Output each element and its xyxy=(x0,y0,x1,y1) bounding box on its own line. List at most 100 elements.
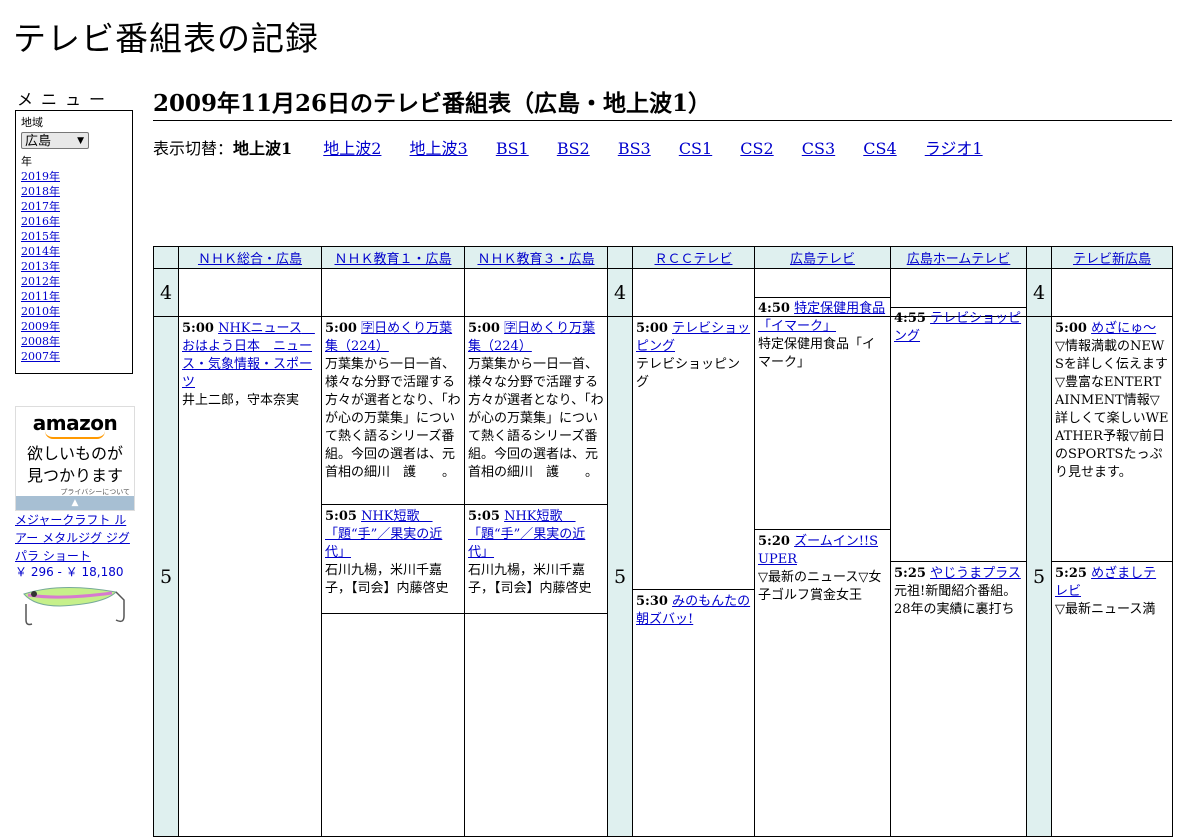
hour-label: 4 xyxy=(153,268,179,317)
channel-link-home[interactable]: 広島ホームテレビ xyxy=(907,252,1011,267)
hour-label: 5 xyxy=(1026,316,1052,837)
channel-link-nhk-edu1[interactable]: ＮＨＫ教育１・広島 xyxy=(334,252,451,267)
program-column-htv: 4:50 特定保健用食品「イマーク」 特定保健用食品「イマーク」 5:20 ズー… xyxy=(754,301,891,837)
program-desc: 元祖!新聞紹介番組。28年の実績に裏打ち xyxy=(894,584,1017,617)
program-desc: 特定保健用食品「イマーク」 xyxy=(758,337,876,370)
program-time: 5:20 xyxy=(758,534,790,549)
channel-link-nhk-edu3[interactable]: ＮＨＫ教育３・広島 xyxy=(477,252,594,267)
channel-link-tss[interactable]: テレビ新広島 xyxy=(1073,252,1151,267)
program-time: 5:00 xyxy=(325,321,357,336)
year-link-2017[interactable]: 2017年 xyxy=(21,200,60,213)
switcher-link-cs3[interactable]: CS3 xyxy=(802,139,835,158)
program-cell: 5:00 NHKニュース おはよう日本 ニュース・気象情報・スポーツ 井上二郎，… xyxy=(178,316,322,837)
chevron-up-icon: ▲ xyxy=(71,498,79,508)
program-desc: 石川九楊，米川千嘉子，【司会】内藤啓史 xyxy=(325,563,449,596)
year-link-2018[interactable]: 2018年 xyxy=(21,185,60,198)
program-cell: 5:00 🈑日めくり万葉集（224） 万葉集から一日一首、様々な分野で活躍する方… xyxy=(465,317,607,505)
program-cell: 5:05 NHK短歌 「題“手”／果実の近代」 石川九楊，米川千嘉子，【司会】内… xyxy=(322,505,464,614)
year-link-2008[interactable]: 2008年 xyxy=(21,335,60,348)
switcher-link-radio1[interactable]: ラジオ1 xyxy=(925,139,983,158)
hour-label: 4 xyxy=(607,268,633,317)
switcher-current: 地上波1 xyxy=(233,139,293,158)
program-cell: 4:50 特定保健用食品「イマーク」 特定保健用食品「イマーク」 xyxy=(755,297,890,530)
fishing-lure-image[interactable] xyxy=(20,580,132,628)
program-time: 5:25 xyxy=(894,566,926,581)
program-cell: 5:00 めざにゅ～ ▽情報満載のNEWSを詳しく伝えます▽豊富なENTERTA… xyxy=(1052,317,1172,562)
program-desc: テレビショッピング xyxy=(636,357,741,390)
hour-label: 5 xyxy=(153,316,179,837)
program-cell: 5:30 みのもんたの朝ズバッ! xyxy=(633,590,754,632)
program-title-link[interactable]: やじうまプラス xyxy=(930,566,1021,581)
switcher-link-cs4[interactable]: CS4 xyxy=(863,139,896,158)
program-cell: 5:00 🈑日めくり万葉集（224） 万葉集から一日一首、様々な分野で活躍する方… xyxy=(322,317,464,505)
switcher-link-cs1[interactable]: CS1 xyxy=(679,139,712,158)
program-time: 4:55 xyxy=(894,311,926,326)
hour-header-left xyxy=(153,246,179,269)
hour-header-right xyxy=(1026,246,1052,269)
year-label: 年 xyxy=(21,155,32,168)
channel-header: 広島テレビ xyxy=(754,246,891,269)
chevron-down-icon: ▼ xyxy=(77,136,84,146)
year-link-2014[interactable]: 2014年 xyxy=(21,245,60,258)
ad-collapse-bar[interactable]: ▲ xyxy=(16,496,134,510)
menu-heading: メニュー xyxy=(17,90,114,109)
region-select-value: 広島 xyxy=(25,134,52,149)
year-list: 2019年 2018年 2017年 2016年 2015年 2014年 2013… xyxy=(21,169,127,364)
channel-header: ＮＨＫ教育３・広島 xyxy=(464,246,608,269)
empty-slot xyxy=(321,268,465,317)
channel-header: テレビ新広島 xyxy=(1051,246,1173,269)
hour-header-mid xyxy=(607,246,633,269)
empty-slot xyxy=(1051,268,1173,317)
program-time: 4:50 xyxy=(758,301,790,316)
program-desc: ▽最新のニュース▽女子ゴルフ賞金女王 xyxy=(758,570,882,603)
switcher-label: 表示切替： xyxy=(153,139,234,158)
year-link-2007[interactable]: 2007年 xyxy=(21,350,60,363)
amazon-ad-banner[interactable]: amazon 欲しいものが 見つかります プライバシーについて ▲ xyxy=(15,406,135,511)
channel-header: ＲＣＣテレビ xyxy=(632,246,755,269)
year-link-2016[interactable]: 2016年 xyxy=(21,215,60,228)
program-desc: ▽最新ニュース満 xyxy=(1055,602,1156,617)
switcher-link-bs2[interactable]: BS2 xyxy=(557,139,590,158)
switcher-link-terrestrial3[interactable]: 地上波3 xyxy=(410,139,468,158)
program-cell: 5:05 NHK短歌 「題“手”／果実の近代」 石川九楊，米川千嘉子，【司会】内… xyxy=(465,505,607,614)
year-link-2011[interactable]: 2011年 xyxy=(21,290,60,303)
channel-header: ＮＨＫ総合・広島 xyxy=(178,246,322,269)
program-title-link[interactable]: めざにゅ～ xyxy=(1091,321,1156,336)
year-link-2010[interactable]: 2010年 xyxy=(21,305,60,318)
program-cell: 5:00 テレビショッピング テレビショッピング xyxy=(633,317,754,590)
program-desc: ▽情報満載のNEWSを詳しく伝えます▽豊富なENTERTAINMENT情報▽詳し… xyxy=(1055,339,1169,480)
year-link-2012[interactable]: 2012年 xyxy=(21,275,60,288)
amazon-logo: amazon xyxy=(32,411,118,435)
ad-tagline-2: 見つかります xyxy=(26,466,123,485)
program-column-home: 4:55 テレビショッピング 5:25 やじうまプラス 元祖!新聞紹介番組。28… xyxy=(890,311,1027,837)
program-cell: 5:25 めざましテレビ ▽最新ニュース満 xyxy=(1052,562,1172,622)
program-desc: 石川九楊，米川千嘉子，【司会】内藤啓史 xyxy=(468,563,592,596)
switcher-link-terrestrial2[interactable]: 地上波2 xyxy=(323,139,381,158)
switcher-link-bs1[interactable]: BS1 xyxy=(496,139,529,158)
program-cell: 5:20 ズームイン!!SUPER ▽最新のニュース▽女子ゴルフ賞金女王 xyxy=(755,530,890,608)
switcher-link-cs2[interactable]: CS2 xyxy=(740,139,773,158)
channel-link-htv[interactable]: 広島テレビ xyxy=(790,252,855,267)
program-grid: ＮＨＫ総合・広島 ＮＨＫ教育１・広島 ＮＨＫ教育３・広島 ＲＣＣテレビ 広島テレ… xyxy=(153,246,1173,837)
ad-product-link[interactable]: メジャークラフト ルアー メタルジグ ジグパラ ショート xyxy=(15,511,135,565)
program-time: 5:00 xyxy=(468,321,500,336)
channel-link-rcc[interactable]: ＲＣＣテレビ xyxy=(654,252,732,267)
program-time: 5:25 xyxy=(1055,566,1087,581)
year-link-2015[interactable]: 2015年 xyxy=(21,230,60,243)
program-desc: 万葉集から一日一首、様々な分野で活躍する方々が選者となり、「わが心の万葉集」につ… xyxy=(468,357,604,480)
year-link-2009[interactable]: 2009年 xyxy=(21,320,60,333)
program-cell: 4:55 テレビショッピング xyxy=(891,307,1026,562)
switcher-link-bs3[interactable]: BS3 xyxy=(618,139,651,158)
ad-tagline-1: 欲しいものが xyxy=(26,444,123,463)
program-time: 5:05 xyxy=(325,509,357,524)
channel-link-nhk-sogo[interactable]: ＮＨＫ総合・広島 xyxy=(198,252,302,267)
program-desc: 井上二郎，守本奈実 xyxy=(182,393,300,408)
empty-slot xyxy=(178,268,322,317)
program-column-nhk-edu3: 5:00 🈑日めくり万葉集（224） 万葉集から一日一首、様々な分野で活躍する方… xyxy=(464,316,608,837)
year-link-2019[interactable]: 2019年 xyxy=(21,170,60,183)
region-select[interactable]: 広島 ▼ xyxy=(21,132,89,149)
empty-slot xyxy=(464,268,608,317)
program-time: 5:00 xyxy=(636,321,668,336)
hour-label: 5 xyxy=(607,316,633,837)
year-link-2013[interactable]: 2013年 xyxy=(21,260,60,273)
